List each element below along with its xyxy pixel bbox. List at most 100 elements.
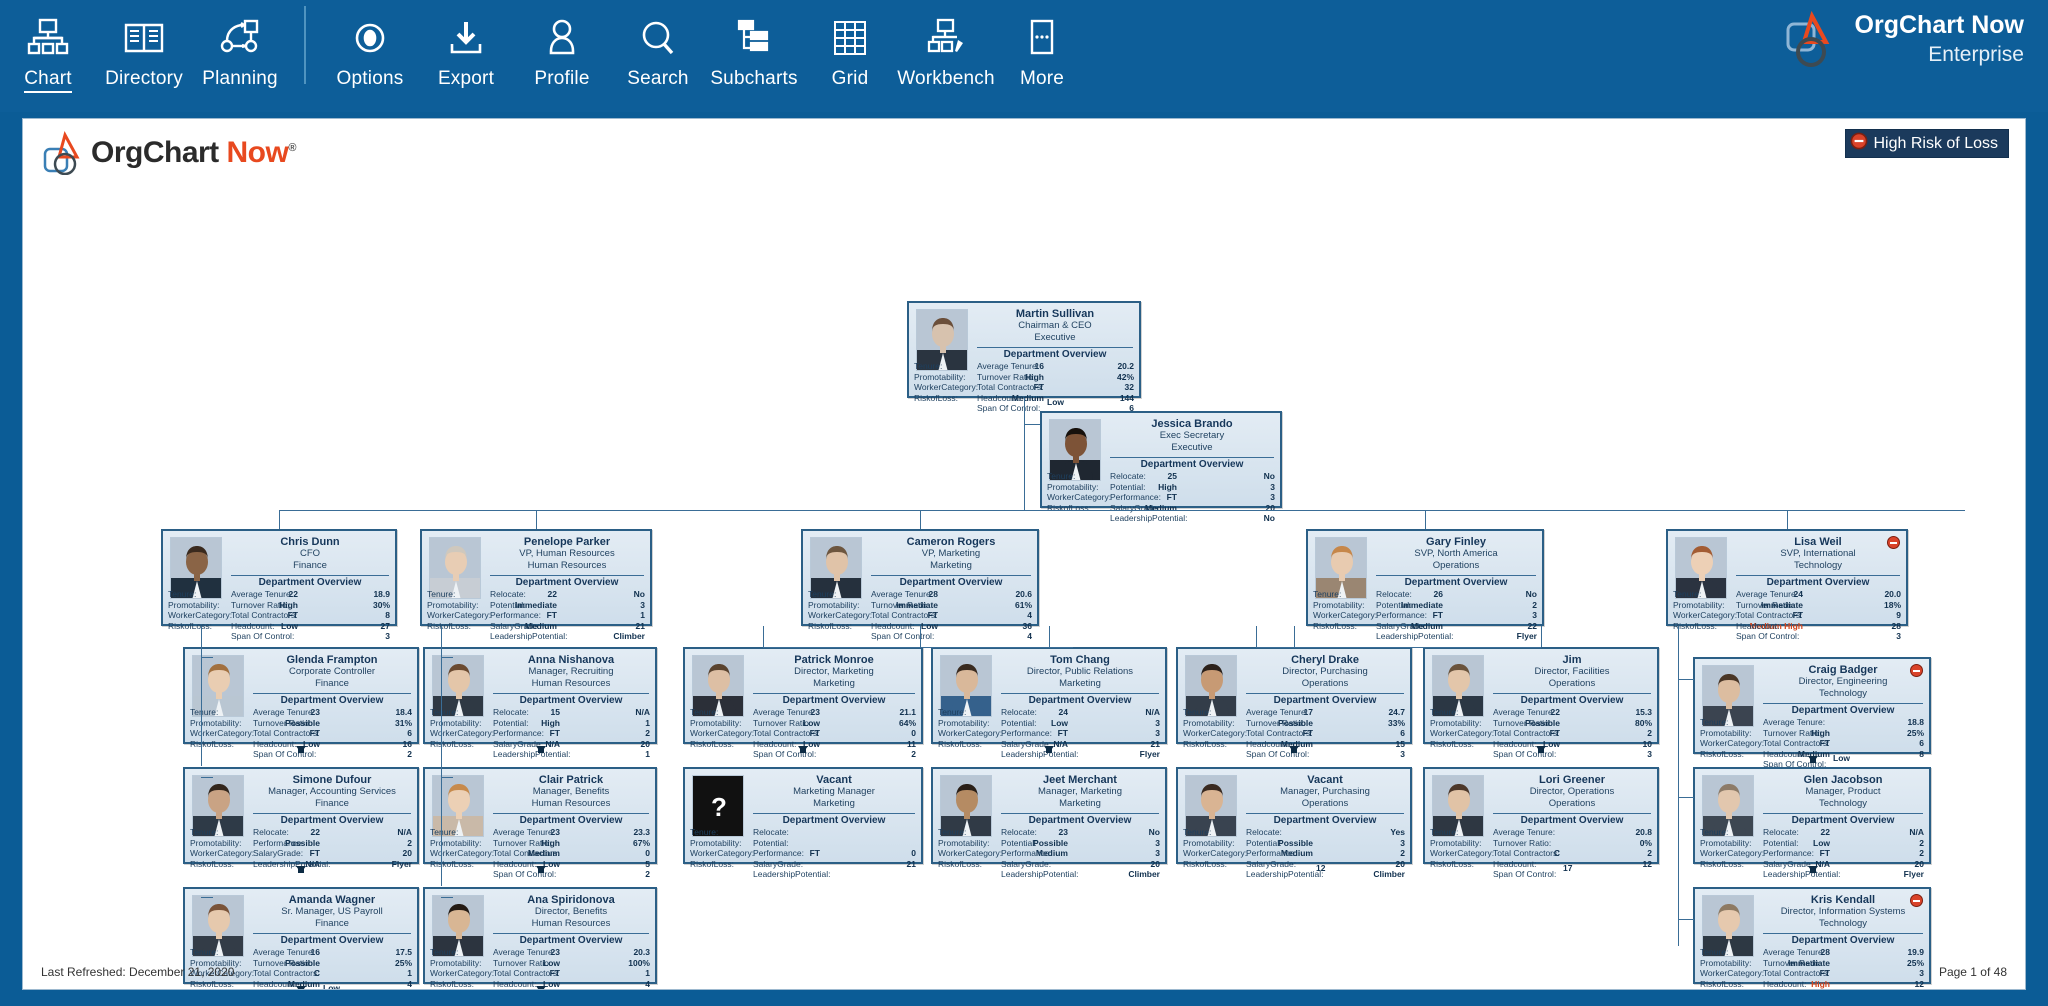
- overview-key: Span Of Control:: [253, 989, 316, 990]
- overview-key: LeadershipPotential:: [1110, 513, 1188, 523]
- orgchart-now-mark-icon: [1781, 8, 1843, 70]
- node-title: Corporate Controller: [288, 666, 376, 678]
- org-node-chris-dunn[interactable]: Chris Dunn CFO Finance Department Overvi…: [161, 529, 397, 641]
- overview-key: Turnover Ratio:: [753, 717, 812, 728]
- overview-value: 3: [1919, 968, 1924, 978]
- toolbar-button-more[interactable]: More: [994, 0, 1090, 100]
- attribute-key: WorkerCategory:: [1700, 738, 1765, 748]
- node-overview-row: Turnover Ratio: 25%: [1763, 728, 1924, 739]
- toolbar-label: Subcharts: [710, 68, 798, 89]
- org-node-vacant-marketing[interactable]: ? Vacant Marketing Manager Marketing Dep…: [683, 767, 923, 879]
- node-overview-heading: Department Overview: [1791, 705, 1895, 716]
- toolbar-button-search[interactable]: Search: [610, 0, 706, 100]
- connector-level2-drop-0: [279, 510, 280, 529]
- attribute-key: RiskofLoss:: [690, 738, 734, 749]
- org-node-cameron-rogers[interactable]: Cameron Rogers VP, Marketing Marketing D…: [801, 529, 1039, 641]
- overview-value: 16: [402, 738, 412, 749]
- overview-value: 1: [645, 968, 650, 978]
- node-department: Marketing: [930, 559, 972, 571]
- overview-key: Headcount:: [1493, 738, 1537, 749]
- node-department: Finance: [315, 797, 349, 809]
- org-node-clair-patrick[interactable]: Clair Patrick Manager, Benefits Human Re…: [423, 767, 657, 879]
- node-overview-row: Turnover Ratio: 30%: [231, 600, 390, 611]
- overview-key: LeadershipPotential:: [1001, 869, 1079, 879]
- overview-key: Relocate:: [1246, 827, 1282, 837]
- node-name: Simone Dufour: [292, 774, 372, 786]
- overview-value: 20.6: [1015, 589, 1032, 599]
- org-node-craig-badger[interactable]: Craig Badger Director, Engineering Techn…: [1693, 657, 1931, 769]
- toolbar-button-workbench[interactable]: Workbench: [897, 0, 995, 100]
- toolbar-button-planning[interactable]: Planning: [192, 0, 288, 100]
- overview-value: Flyer: [1139, 749, 1160, 759]
- org-node-lori-greener[interactable]: Lori Greener Director, Operations Operat…: [1423, 767, 1659, 879]
- overview-value: Flyer: [391, 858, 412, 869]
- node-title: Director, Engineering: [1798, 676, 1888, 688]
- node-header: Gary Finley SVP, North America Operation…: [1376, 536, 1536, 571]
- attribute-key: Promotability:: [1700, 727, 1752, 738]
- org-node-vacant-operations[interactable]: Vacant Manager, Purchasing Operations De…: [1176, 767, 1412, 879]
- org-node-gary-finley[interactable]: Gary Finley SVP, North America Operation…: [1306, 529, 1544, 641]
- node-overview-heading: Department Overview: [280, 815, 384, 826]
- org-node-glenda-frampton[interactable]: Glenda Frampton Corporate Controller Fin…: [183, 647, 419, 759]
- node-right-attributes: Average Tenure: 21.1 Turnover Ratio: 64%…: [753, 707, 916, 760]
- overview-value: 21: [906, 858, 916, 869]
- org-node-cheryl-drake[interactable]: Cheryl Drake Director, Purchasing Operat…: [1176, 647, 1412, 759]
- overview-key: Relocate:: [1763, 827, 1799, 837]
- node-overview-row: LeadershipPotential: 1: [493, 749, 650, 760]
- org-node-penelope-parker[interactable]: Penelope Parker VP, Human Resources Huma…: [420, 529, 652, 641]
- toolbar-button-profile[interactable]: Profile: [514, 0, 610, 100]
- node-overview-row: SalaryGrade: 20: [1001, 859, 1160, 870]
- chart-canvas[interactable]: OrgChart Now® High Risk of Loss Martin S…: [22, 118, 2026, 990]
- overview-value: 3: [385, 631, 390, 641]
- node-overview-row: Potential: 3: [490, 600, 645, 611]
- overview-key: Span Of Control:: [493, 989, 556, 990]
- attribute-key: RiskofLoss:: [914, 392, 958, 403]
- node-divider: [253, 693, 411, 694]
- attribute-key: Promotability:: [190, 717, 242, 728]
- org-node-tom-chang[interactable]: Tom Chang Director, Public Relations Mar…: [931, 647, 1167, 759]
- org-node-glen-jacobson[interactable]: Glen Jacobson Manager, Product Technolog…: [1693, 767, 1931, 879]
- node-title: Manager, Benefits: [532, 786, 610, 798]
- org-node-martin-sullivan[interactable]: Martin Sullivan Chairman & CEO Executive…: [907, 301, 1141, 413]
- toolbar-button-options[interactable]: Options: [322, 0, 418, 100]
- overview-key: Total Contractors:: [1493, 728, 1560, 738]
- overview-key: SalaryGrade:: [490, 620, 541, 631]
- overview-key: Total Contractors:: [871, 610, 938, 620]
- attribute-key: RiskofLoss:: [168, 620, 212, 631]
- org-node-anna-nishanova[interactable]: Anna Nishanova Manager, Recruiting Human…: [423, 647, 657, 759]
- overview-key: Average Tenure:: [1493, 707, 1556, 717]
- org-node-simone-dufour[interactable]: Simone Dufour Manager, Accounting Servic…: [183, 767, 419, 869]
- node-overview-heading: Department Overview: [1028, 695, 1132, 706]
- overview-value: 20: [402, 848, 412, 858]
- node-header: Glen Jacobson Manager, Product Technolog…: [1763, 774, 1923, 809]
- org-node-kris-kendall[interactable]: Kris Kendall Director, Information Syste…: [1693, 887, 1931, 989]
- planning-icon: [219, 12, 261, 64]
- org-node-ana-spiridonova[interactable]: Ana Spiridonova Director, Benefits Human…: [423, 887, 657, 989]
- overview-key: Performance:: [753, 848, 805, 858]
- toolbar-button-subcharts[interactable]: Subcharts: [706, 0, 802, 100]
- org-node-jessica-brando[interactable]: Jessica Brando Exec Secretary Executive …: [1040, 411, 1282, 523]
- node-overview-row: Turnover Ratio: 67%: [493, 838, 650, 849]
- toolbar-button-export[interactable]: Export: [418, 0, 514, 100]
- overview-key: Turnover Ratio:: [253, 957, 312, 968]
- org-node-lisa-weil[interactable]: Lisa Weil SVP, International Technology …: [1666, 529, 1908, 641]
- toolbar-button-grid[interactable]: Grid: [802, 0, 898, 100]
- overview-value: 23.3: [633, 827, 650, 837]
- node-title: VP, Marketing: [921, 548, 981, 560]
- attribute-key: RiskofLoss:: [190, 858, 234, 869]
- node-overview-row: Performance: 3: [1110, 492, 1275, 503]
- directory-icon: [123, 12, 165, 64]
- node-overview-row: Total Contractors: 9: [1736, 610, 1901, 621]
- legend-high-risk-of-loss[interactable]: High Risk of Loss: [1844, 129, 2009, 158]
- org-node-patrick-monroe[interactable]: Patrick Monroe Director, Marketing Marke…: [683, 647, 923, 759]
- arrow-jim: [1536, 746, 1546, 753]
- toolbar-button-directory[interactable]: Directory: [96, 0, 192, 100]
- node-name: Lori Greener: [1538, 774, 1606, 786]
- node-name: Chris Dunn: [280, 536, 340, 548]
- org-node-jim[interactable]: Jim Director, Facilities Operations Depa…: [1423, 647, 1659, 759]
- org-node-jeet-merchant[interactable]: Jeet Merchant Manager, Marketing Marketi…: [931, 767, 1167, 879]
- attribute-key: Promotability:: [430, 837, 482, 848]
- toolbar-button-chart[interactable]: Chart: [0, 0, 96, 100]
- node-overview-row: Span Of Control: 3: [253, 989, 412, 990]
- node-right-attributes: Average Tenure: 19.9 Turnover Ratio: 25%…: [1763, 947, 1924, 989]
